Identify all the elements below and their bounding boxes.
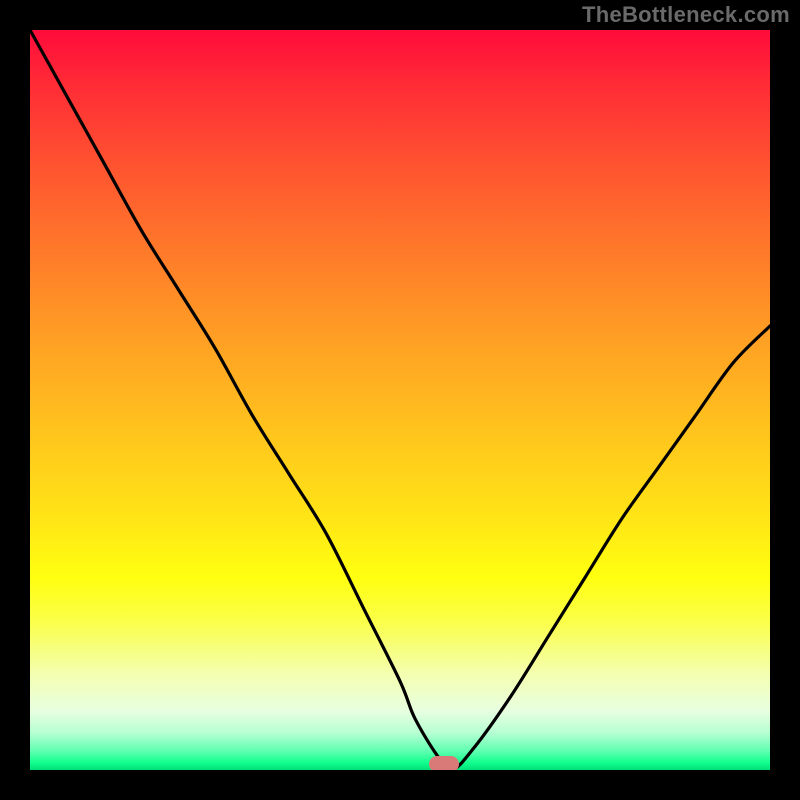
plot-area — [30, 30, 770, 770]
bottleneck-curve — [30, 30, 770, 770]
optimal-marker — [429, 756, 459, 770]
chart-frame: TheBottleneck.com — [0, 0, 800, 800]
watermark-text: TheBottleneck.com — [582, 2, 790, 28]
curve-svg — [30, 30, 770, 770]
